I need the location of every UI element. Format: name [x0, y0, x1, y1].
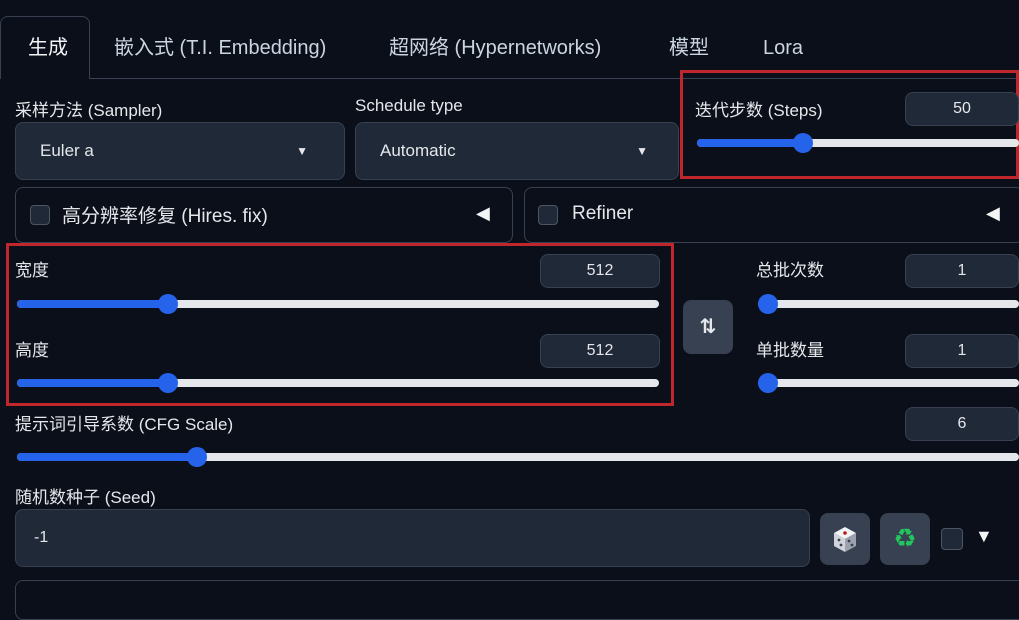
batch-count-slider-thumb[interactable] [758, 294, 778, 314]
chevron-down-icon: ▼ [636, 144, 648, 158]
seed-label: 随机数种子 (Seed) [15, 488, 156, 507]
width-label: 宽度 [15, 261, 49, 280]
sampler-label: 采样方法 (Sampler) [15, 101, 163, 120]
cfg-scale-slider-thumb[interactable] [187, 447, 208, 467]
recycle-icon: ♻ [893, 524, 917, 554]
height-slider-fill [17, 379, 168, 387]
tab-hypernetworks[interactable]: 超网络 (Hypernetworks) [389, 28, 601, 68]
width-slider-fill [17, 300, 168, 308]
cfg-scale-label: 提示词引导系数 (CFG Scale) [15, 415, 234, 434]
cfg-scale-number-input[interactable]: 6 [905, 407, 1019, 441]
height-label: 高度 [15, 341, 49, 360]
extra-seed-checkbox[interactable] [941, 528, 963, 550]
swap-dimensions-button[interactable]: ⇅ [683, 300, 733, 354]
schedule-type-dropdown[interactable]: Automatic ▼ [355, 122, 679, 180]
height-number-input[interactable]: 512 [540, 334, 660, 368]
tab-generate[interactable]: 生成 [0, 16, 90, 79]
swap-icon: ⇅ [699, 316, 717, 338]
tab-lora[interactable]: Lora [763, 28, 803, 68]
collapse-arrow-icon[interactable]: ◀ [986, 203, 1000, 224]
expand-arrow-icon[interactable]: ▼ [975, 526, 993, 547]
tab-models[interactable]: 模型 [669, 28, 709, 68]
width-slider-thumb[interactable] [157, 294, 178, 314]
steps-slider-fill [697, 139, 804, 147]
steps-label: 迭代步数 (Steps) [695, 101, 823, 120]
refiner-label: Refiner [572, 203, 634, 224]
batch-count-label: 总批次数 [756, 261, 824, 280]
steps-number-input[interactable]: 50 [905, 92, 1019, 126]
hires-fix-checkbox[interactable] [30, 205, 50, 225]
seed-input[interactable]: -1 [15, 509, 810, 567]
cfg-scale-slider-fill [17, 453, 198, 461]
width-number-input[interactable]: 512 [540, 254, 660, 288]
sampler-value: Euler a [40, 141, 94, 160]
schedule-type-label: Schedule type [355, 96, 463, 115]
schedule-type-value: Automatic [380, 141, 456, 160]
sampler-dropdown[interactable]: Euler a ▼ [15, 122, 345, 180]
dice-icon [834, 527, 856, 552]
batch-size-number-input[interactable]: 1 [905, 334, 1019, 368]
batch-size-slider-thumb[interactable] [758, 373, 778, 393]
height-slider-thumb[interactable] [157, 373, 178, 393]
batch-count-slider-track[interactable] [758, 300, 1019, 308]
tab-embedding[interactable]: 嵌入式 (T.I. Embedding) [114, 28, 326, 68]
chevron-down-icon: ▼ [296, 144, 308, 158]
reuse-seed-button[interactable]: ♻ [880, 513, 930, 565]
batch-size-label: 单批数量 [756, 341, 824, 360]
batch-size-slider-track[interactable] [758, 379, 1019, 387]
random-seed-button[interactable] [820, 513, 870, 565]
next-panel [15, 580, 1019, 620]
collapse-arrow-icon[interactable]: ◀ [476, 203, 490, 224]
refiner-checkbox[interactable] [538, 205, 558, 225]
hires-fix-label: 高分辨率修复 (Hires. fix) [62, 206, 268, 227]
batch-count-number-input[interactable]: 1 [905, 254, 1019, 288]
